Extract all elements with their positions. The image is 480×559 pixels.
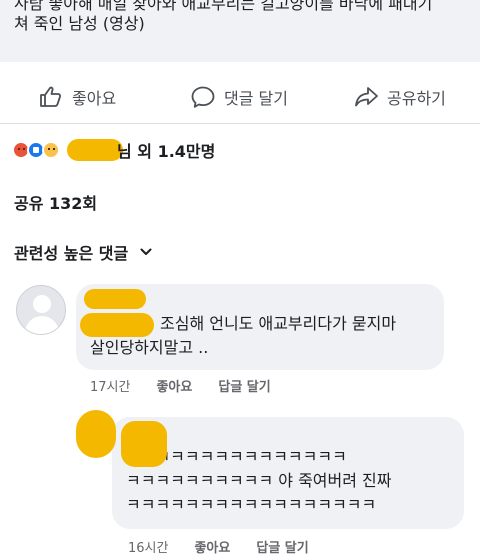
redacted-tag [80,313,154,337]
chevron-down-icon [140,248,152,255]
share-icon [355,87,378,107]
comment-icon [191,86,215,108]
reply-like-link[interactable]: 좋아요 [194,537,230,556]
share-count[interactable]: 공유 132회 [14,190,97,214]
sad-reaction-icon [42,141,60,159]
reply-time: 16시간 [128,541,169,556]
reply-text-line: ㅋㅋㅋㅋㅋㅋㅋㅋㅋㅋㅋㅋㅋㅋㅋ [126,447,347,466]
comment-button[interactable]: 댓글 달기 [190,84,288,110]
comment-reply-link[interactable]: 답글 달기 [218,376,270,395]
post-action-bar: 좋아요 댓글 달기 공유하기 [0,70,480,124]
comment-text-line: 살인당하지말고 .. [90,338,209,357]
post-caption-line: 사람 좋아해 매일 찾아와 애교부리는 길고양이를 바닥에 패대기 [14,0,433,13]
comment-button-label: 댓글 달기 [224,89,288,108]
comment-like-link[interactable]: 좋아요 [156,376,192,395]
redacted-commenter-name [84,289,146,309]
reply-meta: 16시간 좋아요 답글 달기 [128,537,335,556]
avatar-head [33,295,51,313]
reply-text-line: ㅋㅋㅋㅋㅋㅋㅋㅋㅋㅋ 야 죽여버려 진짜 [126,471,392,490]
post-caption: 사람 좋아해 매일 찾아와 애교부리는 길고양이를 바닥에 패대기 쳐 죽인 남… [0,0,480,62]
reply-text-line: ㅋㅋㅋㅋㅋㅋㅋㅋㅋㅋㅋㅋㅋㅋㅋㅋㅋ [126,495,377,514]
comment-sort-dropdown[interactable]: 관련성 높은 댓글 [14,240,152,264]
redacted-name [67,139,123,161]
share-button[interactable]: 공유하기 [353,84,446,110]
redacted-avatar [76,410,116,458]
post-caption-line: 쳐 죽인 남성 (영상) [14,14,145,33]
comment-time: 17시간 [90,380,131,395]
like-button-label: 좋아요 [72,89,117,108]
reaction-count: 님 외 1.4만명 [117,142,216,161]
reaction-summary[interactable]: 님 외 1.4만명 [12,137,215,163]
comment-meta: 17시간 좋아요 답글 달기 [90,376,297,395]
avatar-shoulders [25,316,59,334]
like-button[interactable]: 좋아요 [38,84,116,110]
share-button-label: 공유하기 [387,89,446,108]
thumbs-up-icon [40,86,62,107]
comment-sort-label: 관련성 높은 댓글 [14,244,129,263]
reply-reply-link[interactable]: 답글 달기 [256,537,308,556]
avatar[interactable] [16,285,66,335]
redacted-commenter-name [121,421,167,467]
